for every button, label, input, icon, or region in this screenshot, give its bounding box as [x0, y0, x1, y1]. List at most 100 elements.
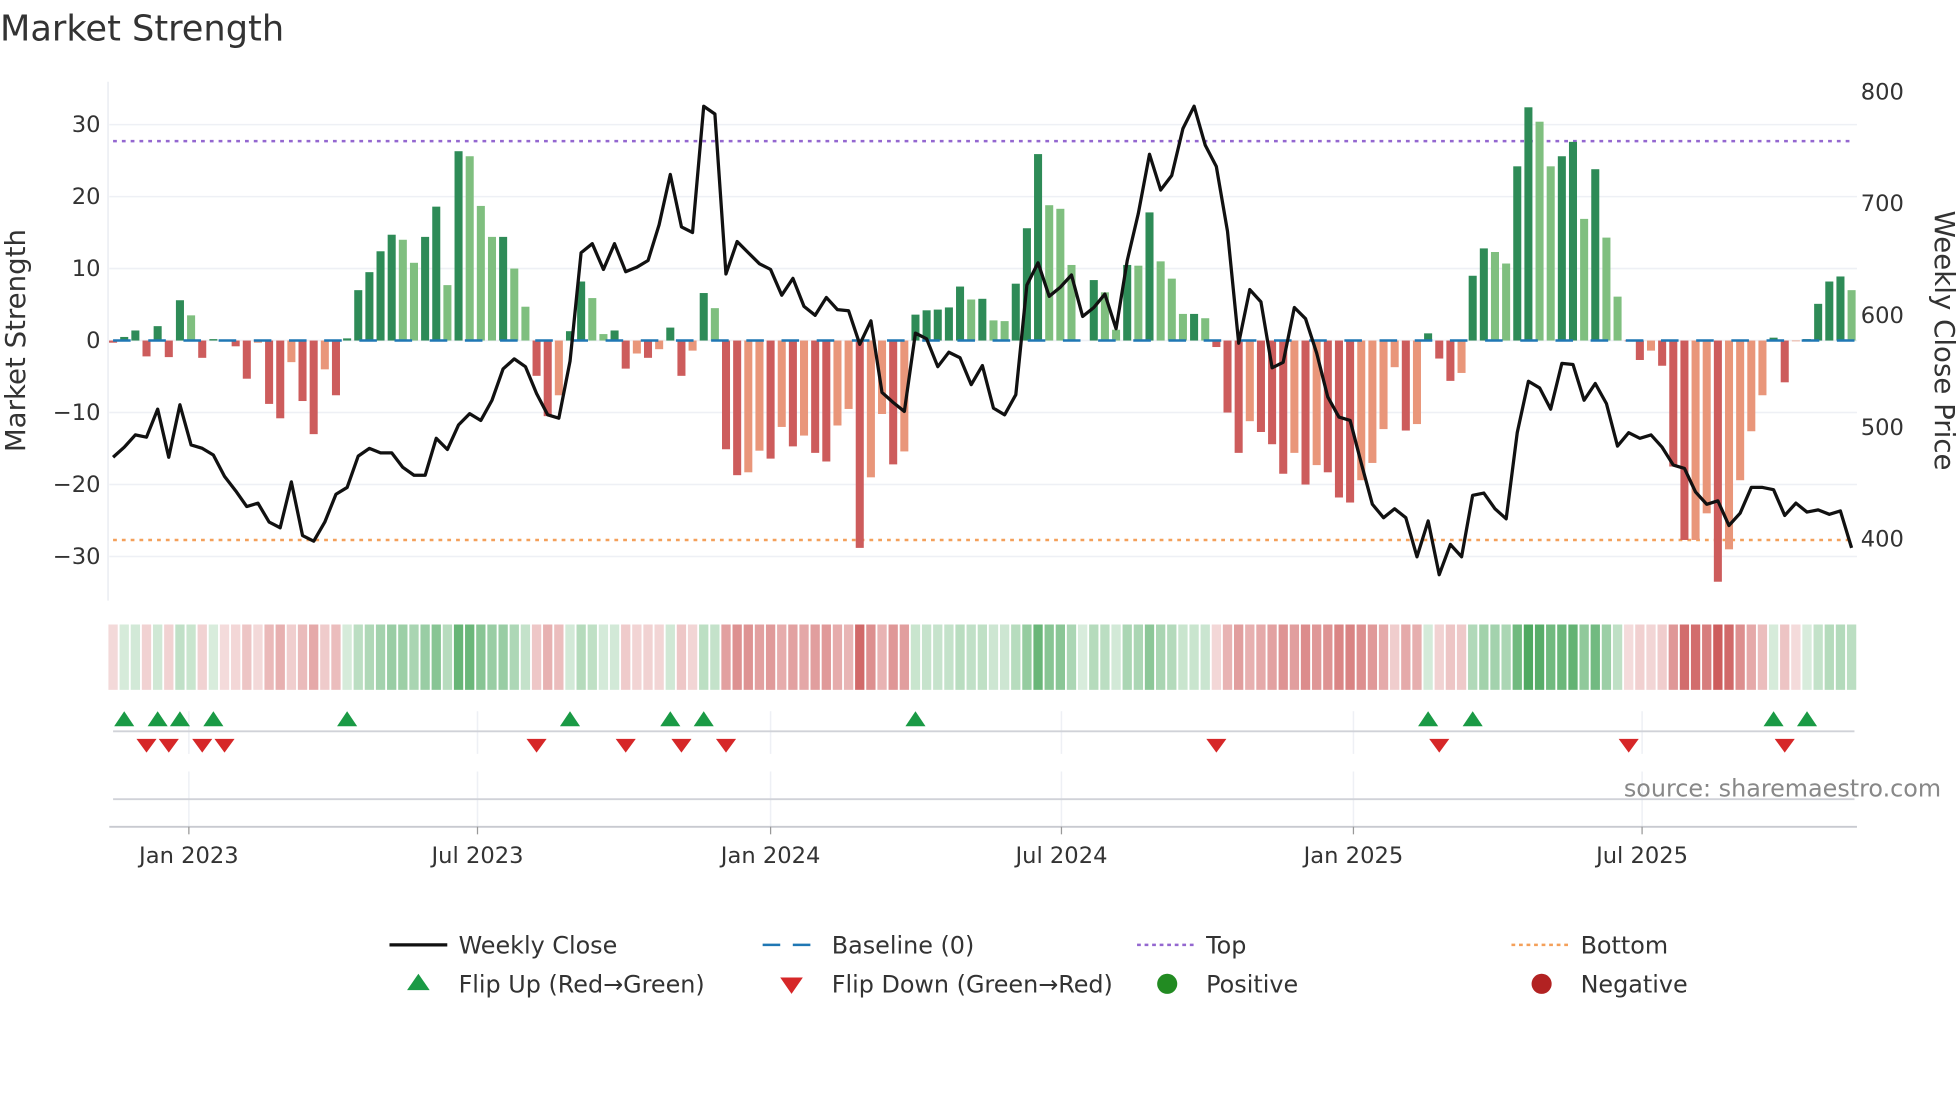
strip-cell — [1612, 624, 1623, 690]
strength-bar — [1847, 290, 1856, 341]
strength-bar — [276, 340, 285, 419]
strip-cell — [531, 624, 542, 690]
strip-cell — [1445, 624, 1456, 690]
strength-bar — [532, 340, 541, 376]
strength-bar — [677, 340, 686, 376]
strip-cell — [576, 624, 586, 690]
strength-bar — [164, 340, 173, 358]
strength-bar — [1156, 261, 1165, 341]
strength-bar — [1557, 156, 1566, 341]
strip-cell — [543, 624, 553, 690]
strip-cell — [1323, 624, 1333, 690]
left-axis-ticks: −30 −20 −10 0 10 20 30 — [53, 112, 101, 570]
market-strength-chart: Market Strength −30 −20 −10 0 10 20 30 400 500 6… — [0, 8, 1960, 999]
strength-bar — [866, 340, 875, 478]
flip-down-marker — [192, 738, 213, 753]
strip-cell — [331, 624, 341, 690]
strength-bar — [844, 340, 853, 409]
strip-cell — [1356, 624, 1366, 690]
strip-cell — [108, 624, 118, 690]
strip-cell — [1133, 624, 1144, 690]
strength-bar — [1056, 208, 1065, 341]
strip-cell — [141, 624, 152, 690]
strip-cell — [309, 624, 319, 690]
strip-cell — [1256, 624, 1266, 690]
strength-bar — [956, 286, 965, 341]
strip-cell — [1155, 624, 1166, 690]
strip-cell — [1479, 624, 1489, 690]
strength-bar — [632, 340, 641, 354]
strength-bar — [1513, 166, 1522, 341]
strength-bar — [242, 340, 251, 379]
strip-cell — [175, 624, 185, 690]
strip-cell — [208, 624, 219, 690]
strip-cell — [1846, 624, 1857, 690]
strip-cell — [1222, 624, 1233, 690]
strip-cell — [387, 624, 397, 690]
flip-up-marker — [905, 711, 926, 727]
strip-cell — [1757, 624, 1768, 690]
strength-bar — [1814, 303, 1823, 341]
legend-label: Weekly Close — [459, 932, 618, 960]
strip-cell — [743, 624, 753, 690]
strip-cell — [832, 624, 843, 690]
strip-cell — [1289, 624, 1300, 690]
strength-bar — [933, 309, 942, 341]
strength-bar — [198, 340, 207, 358]
legend-triangle-down-icon — [780, 977, 803, 994]
strength-bar — [1502, 263, 1511, 341]
strength-bar — [822, 340, 831, 462]
strip-cell — [1646, 624, 1656, 690]
strength-bar — [833, 340, 842, 426]
strip-cell — [1267, 624, 1277, 690]
flip-up-marker — [1418, 711, 1439, 727]
strength-bar — [1646, 340, 1656, 351]
strip-cell — [1245, 624, 1255, 690]
x-tick-label: Jan 2025 — [1302, 843, 1404, 869]
legend-label: Flip Up (Red→Green) — [459, 971, 705, 999]
flip-down-marker — [158, 738, 179, 753]
strength-bar — [354, 290, 363, 341]
strength-bar — [421, 236, 430, 341]
strip-cell — [944, 624, 954, 690]
strip-cell — [765, 624, 776, 690]
x-tick-label: Jan 2023 — [137, 843, 239, 869]
flip-down-marker — [1429, 738, 1450, 753]
strip-cell — [1768, 624, 1779, 690]
strength-bar — [398, 239, 407, 341]
flip-up-marker — [1796, 711, 1818, 727]
strip-cell — [1546, 624, 1556, 690]
strength-bar — [209, 339, 218, 341]
strip-cell — [498, 624, 508, 690]
strength-bar — [944, 307, 953, 341]
left-tick-label: −10 — [53, 400, 101, 426]
strip-cell — [1234, 624, 1244, 690]
strength-bar — [287, 340, 296, 363]
strip-cell — [966, 624, 976, 690]
strip-cell — [1144, 624, 1155, 690]
x-tick-label: Jul 2023 — [429, 843, 523, 869]
strength-bar — [1145, 212, 1154, 341]
strip-cell — [799, 624, 809, 690]
strip-cell — [621, 624, 631, 690]
x-tick-label: Jul 2025 — [1594, 843, 1688, 869]
strip-cell — [197, 624, 207, 690]
strength-bar — [788, 340, 797, 447]
strength-bar — [1223, 340, 1232, 413]
strip-cell — [921, 624, 932, 690]
strength-bar — [298, 340, 307, 402]
strip-cell — [988, 624, 999, 690]
flip-down-marker — [715, 738, 737, 753]
strip-cell — [1378, 624, 1389, 690]
strip-cell — [1835, 624, 1846, 690]
strength-bar — [1836, 276, 1845, 341]
strength-bar — [621, 340, 630, 369]
flip-down-marker — [1618, 738, 1639, 753]
left-tick-label: −20 — [53, 472, 101, 498]
right-tick-label: 800 — [1861, 79, 1904, 105]
strength-bar — [655, 340, 664, 350]
strip-cell — [409, 624, 419, 690]
strip-cell — [1813, 624, 1823, 690]
strength-bar — [554, 340, 563, 396]
strip-cell — [219, 624, 230, 690]
